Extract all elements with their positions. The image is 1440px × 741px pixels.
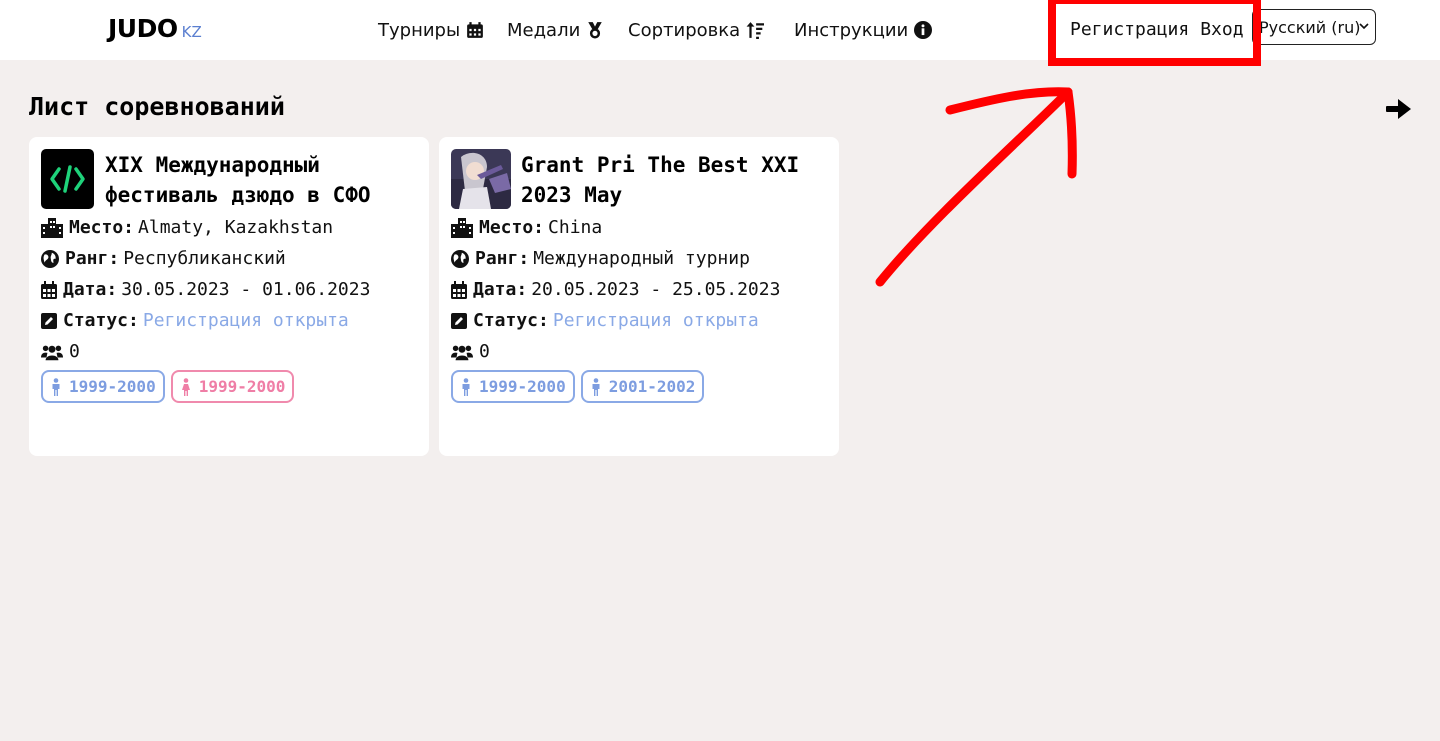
nav-tournaments-label: Турниры [378, 19, 461, 41]
date-value: 30.05.2023 - 01.06.2023 [121, 279, 371, 300]
edit-icon [41, 312, 57, 329]
date-row: Дата: 30.05.2023 - 01.06.2023 [41, 279, 370, 300]
calendar-icon [451, 280, 467, 299]
annotation-arrow [875, 87, 1077, 287]
register-link[interactable]: Регистрация [1070, 19, 1189, 40]
place-label: Место: [479, 217, 545, 238]
rank-value: Республиканский [123, 248, 286, 269]
category-badges: 1999-2000 1999-2000 [41, 370, 295, 403]
participants-count: 0 [479, 341, 490, 362]
category-badge-female[interactable]: 1999-2000 [170, 370, 295, 403]
status-label: Статус: [63, 310, 139, 331]
globe-icon [41, 249, 59, 268]
participants-count: 0 [69, 341, 80, 362]
rank-row: Ранг: Республиканский [41, 248, 286, 269]
tournament-card[interactable]: Grant Pri The Best XXI 2023 May Место: C… [439, 137, 839, 456]
nav-tournaments[interactable]: Турниры [378, 0, 484, 60]
auth-links: Регистрация Вход [1070, 19, 1244, 40]
category-badge-male[interactable]: 1999-2000 [451, 370, 575, 403]
tournament-title[interactable]: XIX Международный фестиваль дзюдо в СФО [105, 150, 371, 210]
status-row: Статус: Регистрация открыта [451, 310, 759, 331]
status-value: Регистрация открыта [142, 310, 349, 331]
top-navbar: JUDO KZ Турниры Медали Сортировка Инстру… [0, 0, 1440, 60]
globe-icon [451, 249, 469, 268]
date-label: Дата: [63, 279, 118, 300]
language-selected-value: Русский (ru) [1259, 17, 1361, 37]
date-row: Дата: 20.05.2023 - 25.05.2023 [451, 279, 780, 300]
place-row: Место: Almaty, Kazakhstan [41, 217, 333, 238]
language-select[interactable]: Русский (ru) [1252, 9, 1376, 45]
male-icon [592, 377, 600, 396]
nav-sort-label: Сортировка [628, 19, 741, 41]
city-icon [41, 217, 63, 238]
category-badge-male[interactable]: 1999-2000 [41, 370, 165, 403]
sort-icon [746, 22, 765, 39]
logo-suffix: KZ [181, 23, 202, 41]
tournament-thumbnail [451, 149, 511, 209]
status-label: Статус: [473, 310, 549, 331]
medal-icon [588, 22, 603, 39]
anime-image-icon [451, 149, 511, 209]
status-row: Статус: Регистрация открыта [41, 310, 349, 331]
users-icon [41, 345, 63, 360]
place-label: Место: [69, 217, 135, 238]
female-icon [181, 377, 190, 396]
tournament-card[interactable]: XIX Международный фестиваль дзюдо в СФО … [29, 137, 429, 456]
arrow-right-icon[interactable] [1385, 97, 1413, 121]
participants-row: 0 [41, 341, 80, 362]
male-icon [52, 377, 60, 396]
nav-instructions-label: Инструкции [794, 19, 909, 41]
code-icon [50, 165, 85, 193]
status-value: Регистрация открыта [552, 310, 759, 331]
calendar-icon [467, 22, 484, 38]
male-icon [462, 377, 470, 396]
tournament-title[interactable]: Grant Pri The Best XXI 2023 May [521, 150, 799, 210]
rank-label: Ранг: [475, 248, 530, 269]
edit-icon [451, 312, 467, 329]
date-label: Дата: [473, 279, 528, 300]
login-link[interactable]: Вход [1200, 19, 1243, 40]
nav-instructions[interactable]: Инструкции [794, 0, 933, 60]
category-badge-male[interactable]: 2001-2002 [580, 370, 705, 403]
date-value: 20.05.2023 - 25.05.2023 [531, 279, 781, 300]
participants-row: 0 [451, 341, 490, 362]
calendar-icon [41, 280, 57, 299]
site-logo[interactable]: JUDO KZ [108, 14, 202, 43]
tournament-thumbnail [41, 149, 94, 209]
nav-sort[interactable]: Сортировка [628, 0, 765, 60]
place-value: China [548, 217, 603, 238]
nav-medals[interactable]: Медали [507, 0, 604, 60]
info-icon [914, 21, 933, 39]
rank-row: Ранг: Международный турнир [451, 248, 750, 269]
category-badges: 1999-2000 2001-2002 [451, 370, 705, 403]
place-row: Место: China [451, 217, 602, 238]
page-title: Лист соревнований [29, 92, 285, 121]
city-icon [451, 217, 473, 238]
users-icon [451, 345, 473, 360]
logo-text: JUDO [108, 14, 178, 43]
place-value: Almaty, Kazakhstan [138, 217, 334, 238]
nav-medals-label: Медали [507, 19, 581, 41]
chevron-down-icon [1359, 23, 1369, 30]
rank-value: Международный турнир [533, 248, 750, 269]
rank-label: Ранг: [65, 248, 120, 269]
